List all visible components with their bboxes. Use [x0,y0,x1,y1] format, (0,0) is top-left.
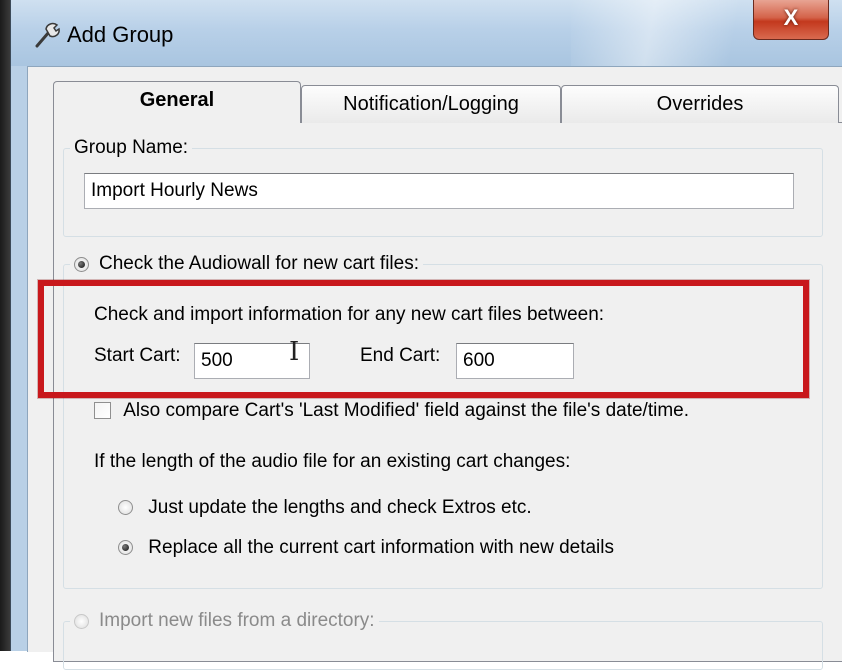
group-name-input[interactable] [84,173,794,209]
close-icon: X [783,5,799,30]
replace-info-label[interactable]: Replace all the current cart information… [148,537,614,558]
directory-radio[interactable] [74,613,89,629]
text-cursor-icon: I [289,337,300,367]
update-lengths-radio[interactable] [118,500,133,516]
title-bar[interactable]: Add Group X [11,0,842,66]
audiowall-legend: Check the Audiowall for new cart files: [70,253,423,275]
tab-overrides[interactable]: Overrides [561,85,839,123]
close-button[interactable]: X [753,0,829,40]
replace-info-option[interactable]: Replace all the current cart information… [118,537,614,559]
update-lengths-label[interactable]: Just update the lengths and check Extros… [148,497,531,518]
desktop-edge [0,0,10,651]
tab-general-label: General [139,89,215,111]
window-title: Add Group [67,22,174,47]
tab-general[interactable]: General [53,81,301,123]
audiowall-legend-label[interactable]: Check the Audiowall for new cart files: [99,253,419,275]
tab-notification-logging[interactable]: Notification/Logging [301,85,561,123]
group-name-legend: Group Name: [74,137,189,158]
highlight-box [38,280,809,398]
tab-notification-logging-label: Notification/Logging [343,93,519,115]
directory-legend-label[interactable]: Import new files from a directory: [99,610,375,632]
update-lengths-option[interactable]: Just update the lengths and check Extros… [118,497,532,519]
length-change-label: If the length of the audio file for an e… [94,451,571,472]
compare-modified-checkbox[interactable] [94,402,111,420]
title-bar-glass [571,0,771,66]
hammer-icon [35,22,60,48]
tab-overrides-label: Overrides [656,93,744,115]
replace-info-radio[interactable] [118,540,133,556]
directory-legend: Import new files from a directory: [70,610,379,632]
audiowall-radio[interactable] [74,256,89,272]
compare-modified-label[interactable]: Also compare Cart's 'Last Modified' fiel… [123,400,689,421]
directory-section: Import new files from a directory: [63,610,823,670]
compare-modified-row[interactable]: Also compare Cart's 'Last Modified' fiel… [94,400,689,422]
